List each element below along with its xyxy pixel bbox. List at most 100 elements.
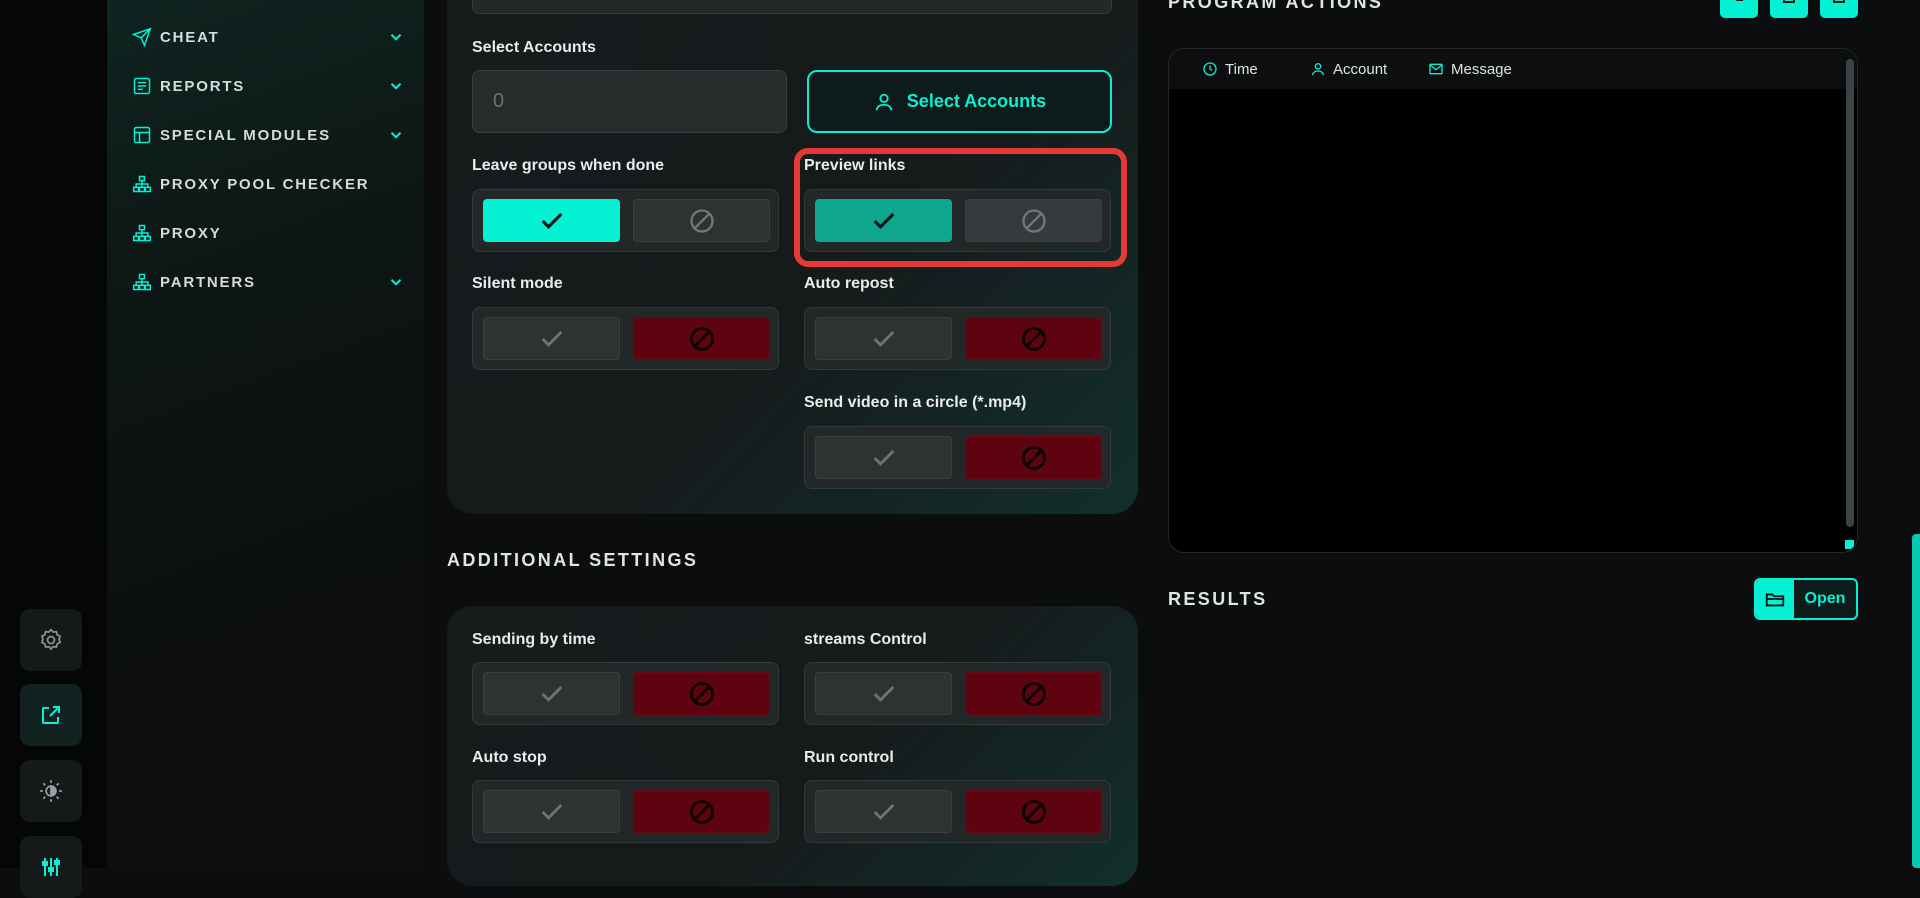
toggle-on-option[interactable] [815,672,952,715]
toggle-on-option[interactable] [815,317,952,360]
toggle-off-option[interactable] [965,672,1102,715]
setting-label: streams Control [804,631,927,648]
block-icon [689,326,714,351]
check-icon [541,212,562,229]
open-button-label: Open [1804,590,1846,607]
toggle-on-option[interactable] [815,436,952,479]
sidebar-item-cheat[interactable]: CHEAT [131,22,405,52]
send-icon [131,26,153,48]
sidebar-item-label: PROXY [160,224,222,242]
send-video-circle-toggle [804,426,1111,489]
toggle-on-option[interactable] [815,790,952,833]
select-accounts-button[interactable]: Select Accounts [807,70,1112,133]
setting-label: Send video in a circle (*.mp4) [804,394,1027,411]
toggle-off-option[interactable] [633,790,770,833]
page-scrollbar[interactable] [1912,534,1920,868]
sidebar-item-partners[interactable]: PARTNERS [131,267,405,297]
log-column-account: Account [1310,61,1428,78]
toggle-off-option[interactable] [965,436,1102,479]
network-icon [131,271,153,293]
log-header: Time Account Message [1169,49,1857,89]
block-icon [1021,681,1046,706]
delete-button[interactable] [1820,0,1858,18]
theme-toggle-button[interactable] [20,760,82,822]
chevron-down-icon[interactable] [387,126,405,144]
block-icon [1021,799,1046,824]
additional-settings-title: ADDITIONAL SETTINGS [447,550,699,570]
chevron-down-icon[interactable] [387,273,405,291]
check-icon [541,803,562,820]
chevron-down-icon[interactable] [387,77,405,95]
program-actions-log: Time Account Message [1168,48,1858,553]
clock-icon [1203,62,1217,76]
toggle-off-option[interactable] [633,199,770,242]
toggle-on-option[interactable] [483,790,620,833]
setting-label: Leave groups when done [472,157,665,174]
icon-rail [0,0,107,898]
results-title: RESULTS [1168,589,1268,609]
network-icon [131,222,153,244]
open-results-button[interactable]: Open [1754,578,1858,620]
toggle-off-option[interactable] [965,790,1102,833]
toggle-on-option[interactable] [483,199,620,242]
user-icon [875,93,893,110]
toggle-on-option[interactable] [483,672,620,715]
sidebar-item-proxy[interactable]: PROXY [131,218,405,248]
sending-by-time-toggle [472,662,779,725]
select-accounts-label: Select Accounts [472,39,596,56]
check-icon [541,330,562,347]
check-icon [541,685,562,702]
report-icon [131,75,153,97]
toggle-off-option[interactable] [633,672,770,715]
log-column-time: Time [1202,61,1310,78]
stop-button[interactable] [1770,0,1808,18]
accounts-count-input[interactable]: 0 [472,70,787,133]
trash-icon [1833,0,1845,3]
external-link-icon [42,706,60,724]
top-input-field[interactable] [472,0,1112,14]
sliders-icon [42,858,60,876]
block-icon [689,208,714,233]
log-scrollbar[interactable] [1846,59,1854,527]
program-actions-title: PROGRAM ACTIONS [1168,0,1384,12]
setting-label: Sending by time [472,631,596,648]
stop-icon [1783,0,1795,3]
block-icon [1021,326,1046,351]
folder-icon [1756,580,1794,618]
sidebar-item-proxy-pool-checker[interactable]: PROXY POOL CHECKER [131,169,405,199]
sidebar-item-label: SPECIAL MODULES [160,126,331,144]
sliders-button[interactable] [20,836,82,898]
toggle-off-option[interactable] [633,317,770,360]
select-accounts-button-label: Select Accounts [906,91,1047,111]
settings-button[interactable] [20,609,82,671]
setting-label: Auto stop [472,749,547,766]
external-link-button[interactable] [20,684,82,746]
auto-stop-toggle [472,780,779,843]
resize-handle[interactable] [1845,540,1854,549]
sidebar: CHEAT REPORTS SPECIAL MODULES PROXY POOL… [107,0,424,868]
settings-icon [40,628,62,651]
play-button[interactable] [1720,0,1758,18]
check-icon [873,685,894,702]
sidebar-item-reports[interactable]: REPORTS [131,71,405,101]
sidebar-item-special-modules[interactable]: SPECIAL MODULES [131,120,405,150]
network-icon [131,173,153,195]
theme-toggle-icon [40,780,62,802]
setting-label: Run control [804,749,894,766]
run-control-toggle [804,780,1111,843]
log-column-message: Message [1428,61,1512,78]
check-icon [873,449,894,466]
user-icon [1312,62,1324,76]
block-icon [1021,445,1046,470]
modules-icon [131,124,153,146]
setting-label: Silent mode [472,275,563,292]
toggle-off-option[interactable] [965,317,1102,360]
setting-label: Auto repost [804,275,894,292]
auto-repost-toggle [804,307,1111,370]
sidebar-item-label: PROXY POOL CHECKER [160,175,370,193]
check-icon [873,803,894,820]
toggle-on-option[interactable] [483,317,620,360]
block-icon [689,799,714,824]
chevron-down-icon[interactable] [387,28,405,46]
streams-control-toggle [804,662,1111,725]
